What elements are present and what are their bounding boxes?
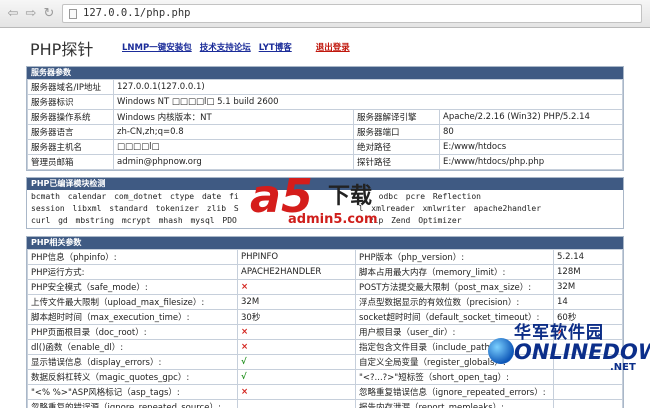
param-label: PHP运行方式: <box>27 264 238 280</box>
param-value: 32M <box>237 294 356 310</box>
param-label: 探针路径 <box>353 154 440 170</box>
a5-xiazai-text: 下载 <box>328 184 373 209</box>
param-label: PHP页面根目录（doc_root）: <box>27 324 238 340</box>
forward-arrow-icon[interactable]: ⇨ <box>22 5 40 23</box>
table-row: 服务器主机名 □□□□l□ 绝对路径 E:/www/htdocs <box>27 139 623 155</box>
param-value: zh-CN,zh;q=0.8 <box>113 124 354 140</box>
param-label: 数据反斜杠转义（magic_quotes_gpc）: <box>27 369 238 385</box>
param-label: 服务器端口 <box>353 124 440 140</box>
param-value: APACHE2HANDLER <box>237 264 356 280</box>
param-value: E:/www/htdocs <box>439 139 623 155</box>
section-title: 服务器参数 <box>27 67 623 79</box>
reload-icon[interactable]: ↻ <box>40 5 58 23</box>
param-value <box>237 399 356 408</box>
table-row: 服务器标识 Windows NT □□□□l□ 5.1 build 2600 <box>27 94 623 110</box>
back-arrow-icon[interactable]: ⇦ <box>4 5 22 23</box>
param-label: dl()函数（enable_dl）: <box>27 339 238 355</box>
lnmp-link[interactable]: LNMP一键安装包 <box>122 43 192 53</box>
param-label: 服务器操作系统 <box>27 109 114 125</box>
param-label: 脚本占用最大内存（memory_limit）: <box>355 264 554 280</box>
param-value: 30秒 <box>237 309 356 325</box>
onlinedown-watermark: 华军软件园 ONLINEDOWN .NET <box>474 318 650 408</box>
table-row: 上传文件最大限制（upload_max_filesize）: 32M 浮点型数据显示… <box>27 294 623 310</box>
page-logo: PHP探针 <box>30 40 94 59</box>
param-value: 14 <box>553 294 623 310</box>
param-label: 显示错误信息（display_errors）: <box>27 354 238 370</box>
a5-site-text: admin5.com <box>288 212 378 227</box>
server-params-table: 服务器域名/IP地址 127.0.0.1(127.0.0.1) 服务器标识 Wi… <box>27 79 623 170</box>
cross-icon: × <box>237 339 356 355</box>
page-header: PHP探针 LNMP一键安装包 技术支持论坛 LYT博客 退出登录 <box>30 36 620 60</box>
param-label: 服务器主机名 <box>27 139 114 155</box>
onlinedown-en-text: ONLINEDOWN <box>514 340 650 364</box>
forum-link[interactable]: 技术支持论坛 <box>200 43 251 53</box>
param-value: Apache/2.2.16 (Win32) PHP/5.2.14 <box>439 109 623 125</box>
globe-icon <box>488 338 514 364</box>
cross-icon: × <box>237 324 356 340</box>
param-value: 128M <box>553 264 623 280</box>
logout-link[interactable]: 退出登录 <box>316 43 350 53</box>
param-label: 服务器标识 <box>27 94 114 110</box>
page-icon <box>69 9 77 19</box>
param-value[interactable]: PHPINFO <box>237 249 356 265</box>
check-icon: √ <box>237 369 356 385</box>
param-label: PHP信息（phpinfo）: <box>27 249 238 265</box>
param-label: 服务器域名/IP地址 <box>27 79 114 95</box>
param-label: 忽略重复的错误源（ignore_repeated_source）: <box>27 399 238 408</box>
cross-icon: × <box>237 384 356 400</box>
param-label: 浮点型数据显示的有效位数（precision）: <box>355 294 554 310</box>
param-value: admin@phpnow.org <box>113 154 354 170</box>
table-row: PHP信息（phpinfo）: PHPINFO PHP版本（php_version）… <box>27 249 623 265</box>
param-label: PHP版本（php_version）: <box>355 249 554 265</box>
param-label: 服务器解译引擎 <box>353 109 440 125</box>
table-row: PHP运行方式: APACHE2HANDLER 脚本占用最大内存（memory_li… <box>27 264 623 280</box>
cross-icon: × <box>237 279 356 295</box>
check-icon: √ <box>237 354 356 370</box>
param-label: POST方法提交最大限制（post_max_size）: <box>355 279 554 295</box>
table-row: 管理员邮箱 admin@phpnow.org 探针路径 E:/www/htdoc… <box>27 154 623 170</box>
param-value: 5.2.14 <box>553 249 623 265</box>
table-row: 服务器域名/IP地址 127.0.0.1(127.0.0.1) <box>27 79 623 95</box>
param-value: E:/www/htdocs/php.php <box>439 154 623 170</box>
param-label: PHP安全模式（safe_mode）: <box>27 279 238 295</box>
param-label: 服务器语言 <box>27 124 114 140</box>
section-title: PHP相关参数 <box>27 237 623 249</box>
param-label: 上传文件最大限制（upload_max_filesize）: <box>27 294 238 310</box>
server-params-section: 服务器参数 服务器域名/IP地址 127.0.0.1(127.0.0.1) 服务… <box>26 66 624 171</box>
param-label: "<% %>"ASP风格标记（asp_tags）: <box>27 384 238 400</box>
param-value: 32M <box>553 279 623 295</box>
a5-watermark: a5 下载 admin5.com <box>250 172 400 230</box>
table-row: 服务器操作系统 Windows 内核版本：NT 服务器解译引擎 Apache/2… <box>27 109 623 125</box>
table-row: PHP安全模式（safe_mode）: × POST方法提交最大限制（post_ma… <box>27 279 623 295</box>
param-label: 脚本超时时间（max_execution_time）: <box>27 309 238 325</box>
param-value: Windows NT □□□□l□ 5.1 build 2600 <box>113 94 623 110</box>
address-bar[interactable]: 127.0.0.1/php.php <box>62 4 642 23</box>
param-value: 80 <box>439 124 623 140</box>
address-text: 127.0.0.1/php.php <box>83 7 191 19</box>
header-links: LNMP一键安装包 技术支持论坛 LYT博客 退出登录 <box>122 41 355 53</box>
param-value: □□□□l□ <box>113 139 354 155</box>
browser-toolbar: ⇦ ⇨ ↻ 127.0.0.1/php.php <box>0 0 650 28</box>
blog-link[interactable]: LYT博客 <box>259 43 292 53</box>
param-label: 管理员邮箱 <box>27 154 114 170</box>
param-label: 绝对路径 <box>353 139 440 155</box>
param-value: 127.0.0.1(127.0.0.1) <box>113 79 623 95</box>
table-row: 服务器语言 zh-CN,zh;q=0.8 服务器端口 80 <box>27 124 623 140</box>
param-value: Windows 内核版本：NT <box>113 109 354 125</box>
onlinedown-net-text: .NET <box>610 362 636 373</box>
